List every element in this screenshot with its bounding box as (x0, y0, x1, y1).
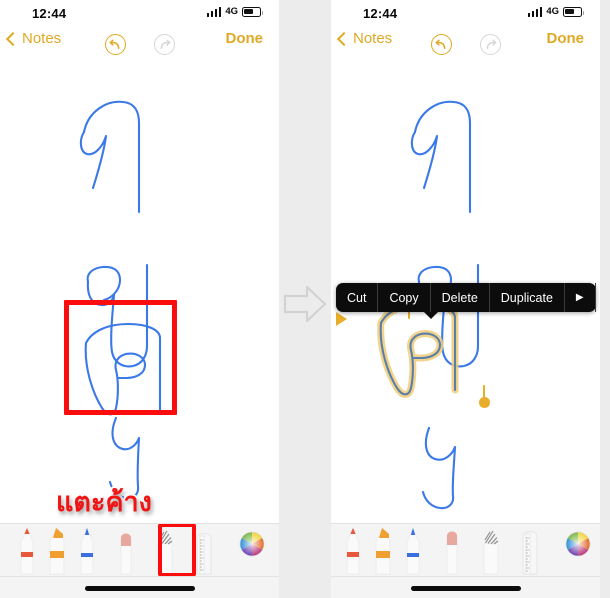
menu-item-delete[interactable]: Delete (431, 283, 490, 312)
redo-icon[interactable] (479, 33, 501, 55)
instruction-caption: แตะค้าง (54, 485, 154, 520)
comparison-stage: 12:44 4G Notes Done แตะค้าง 12:44 4G Not… (0, 0, 610, 598)
menu-item-duplicate[interactable]: Duplicate (490, 283, 565, 312)
status-time: 12:44 (363, 6, 398, 21)
back-to-notes-button[interactable]: Notes (5, 30, 62, 47)
chevron-left-icon (336, 31, 352, 46)
tool-color-wheel[interactable] (563, 524, 593, 576)
navigation-bar: Notes Done (331, 28, 600, 60)
status-bar: 12:44 4G (331, 0, 600, 28)
menu-item-copy[interactable]: Copy (378, 283, 431, 312)
arrow-right-icon (283, 285, 327, 323)
panel-before: 12:44 4G Notes Done แตะค้าง (0, 0, 279, 598)
menu-item-more[interactable]: ▶ (565, 283, 596, 312)
back-to-notes-button[interactable]: Notes (336, 30, 393, 47)
step-arrow (281, 282, 329, 326)
battery-icon (242, 6, 264, 17)
context-menu-tail (424, 312, 438, 319)
status-indicators: 4G (206, 6, 264, 17)
tool-row (331, 524, 600, 577)
tool-pen[interactable] (12, 524, 42, 576)
selection-handle-bottom-right[interactable] (479, 385, 490, 409)
done-button[interactable]: Done (226, 30, 264, 47)
status-indicators: 4G (527, 6, 585, 17)
tool-pencil[interactable] (398, 524, 428, 576)
drawing-canvas[interactable]: Cut Copy Delete Duplicate ▶ (331, 60, 600, 524)
done-button[interactable]: Done (547, 30, 585, 47)
drawing-toolbar (0, 523, 279, 598)
tool-pen[interactable] (338, 524, 368, 576)
back-label: Notes (22, 30, 62, 47)
drawing-canvas[interactable]: แตะค้าง (0, 60, 279, 524)
tool-lasso[interactable] (476, 524, 506, 576)
tool-highlighter[interactable] (42, 524, 72, 576)
home-indicator[interactable] (84, 586, 195, 591)
tool-highlighter[interactable] (368, 524, 398, 576)
chevron-left-icon (5, 31, 21, 46)
battery-icon (563, 6, 585, 17)
navigation-bar: Notes Done (0, 28, 279, 60)
drawing-toolbar (331, 523, 600, 598)
menu-item-cut[interactable]: Cut (336, 283, 379, 312)
tool-color-wheel[interactable] (237, 524, 267, 576)
context-menu: Cut Copy Delete Duplicate ▶ (336, 283, 596, 319)
cellular-signal-icon (527, 7, 543, 17)
handle-ball (479, 397, 490, 408)
ink-stroke-bottom-character (108, 416, 141, 500)
tool-row (0, 524, 279, 577)
network-type-label: 4G (225, 6, 238, 17)
tool-ruler[interactable] (515, 524, 545, 576)
undo-icon[interactable] (104, 33, 126, 55)
red-highlight-box (64, 300, 177, 415)
tool-eraser[interactable] (437, 524, 467, 576)
tool-lasso[interactable] (150, 524, 180, 576)
network-type-label: 4G (546, 6, 559, 17)
redo-icon[interactable] (153, 33, 175, 55)
home-indicator[interactable] (410, 586, 521, 591)
status-bar: 12:44 4G (0, 0, 279, 28)
tool-ruler[interactable] (189, 524, 219, 576)
undo-icon[interactable] (430, 33, 452, 55)
status-time: 12:44 (32, 6, 67, 21)
back-label: Notes (353, 30, 393, 47)
selection-handle-left[interactable] (336, 312, 347, 326)
tool-eraser[interactable] (111, 524, 141, 576)
tool-pencil[interactable] (72, 524, 102, 576)
cellular-signal-icon (206, 7, 222, 17)
panel-after: 12:44 4G Notes Done Cut Copy Delete Dupl… (331, 0, 600, 598)
